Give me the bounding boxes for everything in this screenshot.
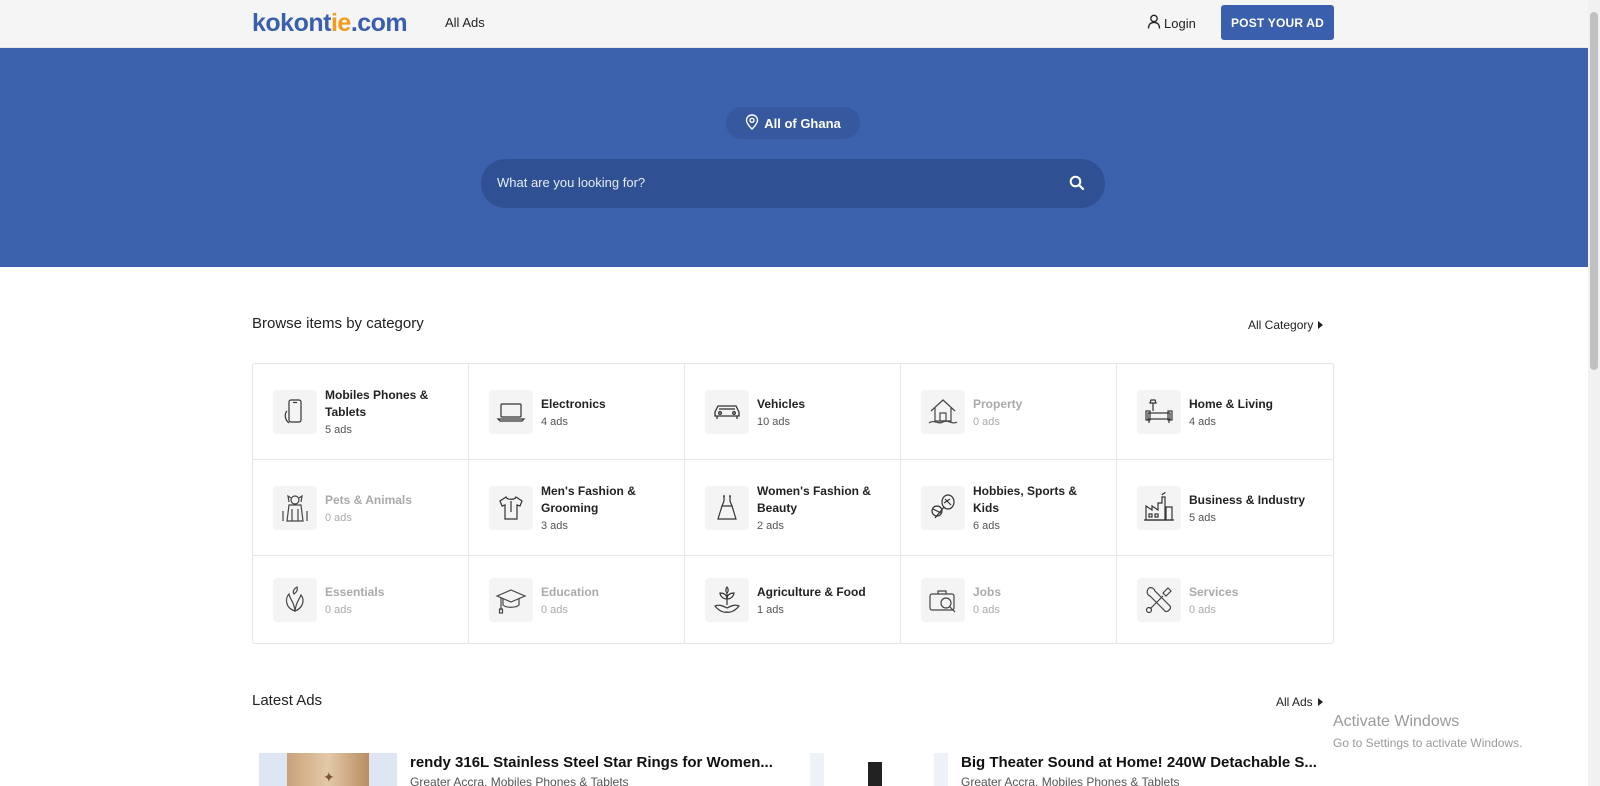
sports-icon: [921, 485, 965, 530]
ad-thumbnail[interactable]: [810, 753, 948, 786]
caret-right-icon: [1317, 698, 1323, 706]
category-count: 5 ads: [1189, 511, 1216, 524]
hero-banner: All of Ghana What are you looking for?: [0, 48, 1588, 267]
category-name: Women's Fashion & Beauty: [757, 484, 871, 515]
category-name: Agriculture & Food: [757, 584, 866, 599]
phone-icon: [273, 389, 317, 434]
plant-hand-icon: [705, 577, 749, 622]
speaker-icon: [868, 762, 882, 786]
search-placeholder: What are you looking for?: [497, 175, 646, 190]
dog-icon: [273, 485, 317, 530]
category-count: 1 ads: [757, 603, 784, 616]
ad-title[interactable]: Big Theater Sound at Home! 240W Detachab…: [961, 754, 1317, 771]
category-grid: Mobiles Phones & Tablets 5 ads Electroni…: [252, 363, 1334, 644]
page-scrollbar[interactable]: [1588, 0, 1600, 786]
category-count: 0 ads: [973, 603, 1000, 616]
category-agriculture-food[interactable]: Agriculture & Food 1 ads: [685, 556, 901, 643]
category-services[interactable]: Services 0 ads: [1117, 556, 1333, 643]
category-count: 0 ads: [325, 603, 352, 616]
laptop-icon: [489, 389, 533, 434]
house-icon: [921, 389, 965, 434]
latest-ads-title: Latest Ads: [252, 692, 323, 709]
category-name: Services: [1189, 584, 1239, 599]
category-hobbies-sports[interactable]: Hobbies, Sports & Kids 6 ads: [901, 460, 1117, 556]
category-pets-animals[interactable]: Pets & Animals 0 ads: [253, 460, 469, 556]
star-icon: ✦: [323, 769, 335, 785]
category-name: Business & Industry: [1189, 492, 1306, 507]
post-ad-button[interactable]: POST YOUR AD: [1221, 5, 1334, 40]
location-label: All of Ghana: [764, 115, 841, 131]
logo-text-domain: .com: [350, 9, 408, 37]
nav-all-ads-link[interactable]: All Ads: [445, 15, 485, 30]
all-ads-link[interactable]: All Ads: [1276, 695, 1323, 709]
category-property[interactable]: Property 0 ads: [901, 364, 1117, 460]
category-count: 4 ads: [541, 415, 568, 428]
activate-windows-title: Activate Windows: [1333, 713, 1460, 730]
location-selector[interactable]: All of Ghana: [726, 107, 860, 139]
category-count: 3 ads: [541, 520, 568, 532]
category-name: Hobbies, Sports & Kids: [973, 484, 1078, 515]
caret-right-icon: [1318, 321, 1324, 329]
ad-meta: Greater Accra, Mobiles Phones & Tablets: [410, 775, 629, 786]
category-name: Men's Fashion & Grooming: [541, 484, 636, 515]
car-icon: [705, 389, 749, 434]
category-home-living[interactable]: Home & Living 4 ads: [1117, 364, 1333, 460]
login-label: Login: [1164, 15, 1196, 31]
top-header: kokontie.com All Ads Login POST YOUR AD: [0, 0, 1588, 48]
dress-icon: [705, 485, 749, 530]
category-education[interactable]: Education 0 ads: [469, 556, 685, 643]
login-link[interactable]: Login: [1147, 14, 1196, 32]
scrollbar-thumb[interactable]: [1590, 12, 1598, 370]
category-name: Essentials: [325, 584, 385, 599]
category-name: Electronics: [541, 396, 606, 411]
category-count: 10 ads: [757, 415, 791, 428]
logo-text-accent: ie: [330, 9, 351, 37]
category-count: 2 ads: [757, 520, 784, 532]
category-name: Pets & Animals: [325, 492, 412, 507]
category-mobiles[interactable]: Mobiles Phones & Tablets 5 ads: [253, 364, 469, 460]
category-count: 6 ads: [973, 520, 1000, 532]
category-count: 0 ads: [1189, 603, 1216, 616]
location-pin-icon: [745, 113, 759, 133]
category-count: 0 ads: [541, 603, 568, 616]
category-count: 0 ads: [973, 415, 1000, 428]
category-name: Jobs: [973, 584, 1002, 599]
all-category-link[interactable]: All Category: [1248, 318, 1324, 332]
all-category-label: All Category: [1248, 318, 1314, 332]
category-count: 5 ads: [325, 424, 352, 436]
category-jobs[interactable]: Jobs 0 ads: [901, 556, 1117, 643]
tools-icon: [1137, 577, 1181, 622]
category-vehicles[interactable]: Vehicles 10 ads: [685, 364, 901, 460]
ad-title[interactable]: rendy 316L Stainless Steel Star Rings fo…: [410, 754, 773, 771]
category-electronics[interactable]: Electronics 4 ads: [469, 364, 685, 460]
ad-meta: Greater Accra, Mobiles Phones & Tablets: [961, 775, 1180, 786]
factory-icon: [1137, 485, 1181, 530]
category-name: Mobiles Phones & Tablets: [325, 388, 429, 419]
category-name: Vehicles: [757, 396, 806, 411]
category-mens-fashion[interactable]: Men's Fashion & Grooming 3 ads: [469, 460, 685, 556]
all-ads-label: All Ads: [1276, 695, 1313, 709]
site-logo[interactable]: kokontie.com: [252, 9, 408, 38]
category-section-title: Browse items by category: [252, 315, 424, 332]
category-count: 4 ads: [1189, 415, 1216, 428]
category-essentials[interactable]: Essentials 0 ads: [253, 556, 469, 643]
graduation-cap-icon: [489, 577, 533, 622]
briefcase-search-icon: [921, 577, 965, 622]
activate-windows-subtitle: Go to Settings to activate Windows.: [1333, 736, 1523, 750]
search-input[interactable]: What are you looking for?: [481, 159, 1105, 208]
leaf-icon: [273, 577, 317, 622]
category-name: Property: [973, 396, 1023, 411]
category-business-industry[interactable]: Business & Industry 5 ads: [1117, 460, 1333, 556]
user-icon: [1147, 14, 1161, 32]
category-count: 0 ads: [325, 511, 352, 524]
ad-thumbnail[interactable]: ✦: [259, 753, 397, 786]
category-womens-fashion[interactable]: Women's Fashion & Beauty 2 ads: [685, 460, 901, 556]
search-icon[interactable]: [1069, 175, 1085, 196]
category-name: Education: [541, 584, 600, 599]
category-name: Home & Living: [1189, 396, 1274, 411]
sofa-icon: [1137, 389, 1181, 434]
logo-text-main: kokont: [252, 9, 331, 37]
shirt-icon: [489, 485, 533, 530]
